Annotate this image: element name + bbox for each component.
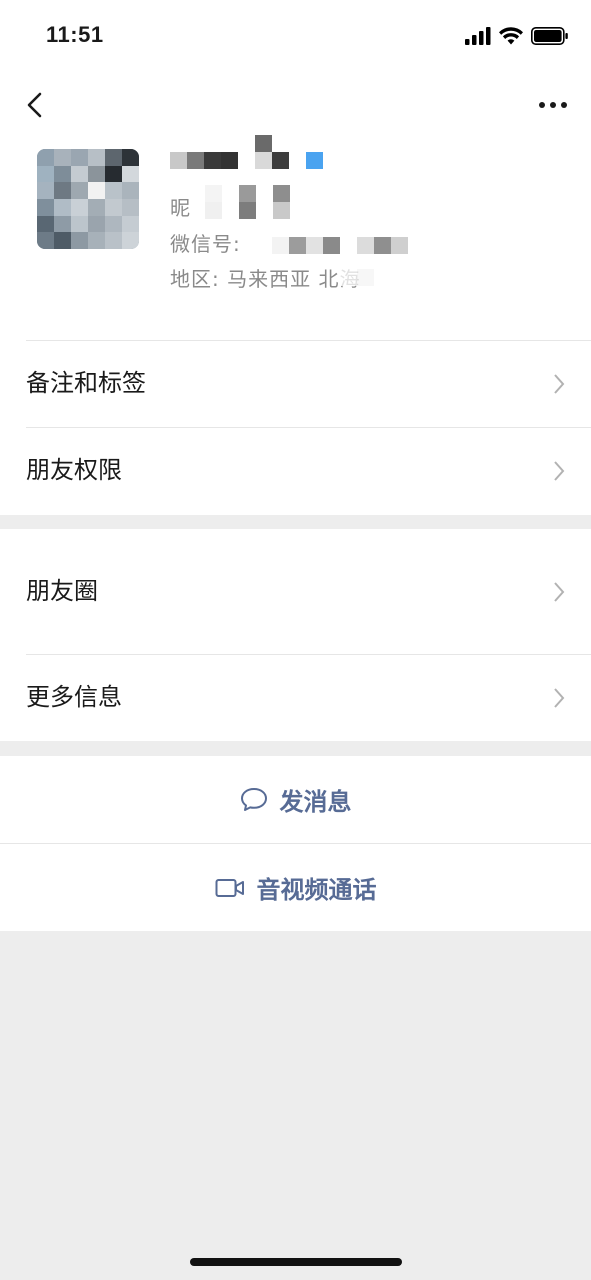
nickname-mosaic: [170, 152, 323, 169]
nickname-mosaic-top: [255, 135, 272, 152]
send-message-button[interactable]: 发消息: [0, 756, 591, 843]
wifi-icon: [499, 27, 523, 45]
friend-permissions-row[interactable]: 朋友权限: [0, 427, 591, 514]
menu-group-1: 备注和标签 朋友权限: [0, 340, 591, 515]
chevron-right-icon: [554, 461, 565, 481]
ellipsis-icon: [539, 102, 567, 108]
video-call-label: 音视频通话: [256, 876, 377, 904]
chevron-left-icon: [27, 92, 42, 118]
nickname-line: 昵: [170, 192, 191, 221]
back-button[interactable]: [20, 86, 54, 124]
chevron-right-icon: [554, 688, 565, 708]
more-info-label: 更多信息: [26, 683, 122, 711]
nickname-prefix: 昵: [170, 196, 191, 220]
menu-group-2: 朋友圈 更多信息: [0, 529, 591, 741]
home-indicator[interactable]: [190, 1258, 402, 1266]
nickname-value-mosaic-2: [205, 202, 290, 219]
more-button[interactable]: [537, 92, 569, 118]
more-info-row[interactable]: 更多信息: [0, 654, 591, 741]
chat-bubble-icon: [240, 787, 267, 811]
wechat-id-mosaic: [272, 237, 408, 254]
region-line: 地区: 马来西亚 北海: [170, 263, 360, 292]
friend-permissions-label: 朋友权限: [26, 456, 122, 484]
wechat-id-prefix: 微信号:: [170, 232, 241, 256]
chevron-right-icon: [554, 582, 565, 602]
moments-row[interactable]: 朋友圈: [0, 529, 591, 654]
moments-label: 朋友圈: [26, 577, 98, 605]
battery-icon: [531, 27, 568, 45]
remarks-and-tags-row[interactable]: 备注和标签: [0, 340, 591, 427]
chevron-right-icon: [554, 374, 565, 394]
profile-card: 昵 微信号: 地区: 马来西亚 北海: [0, 135, 591, 340]
avatar[interactable]: [37, 149, 139, 249]
nickname-value-mosaic: [205, 185, 290, 202]
navigation-bar: [0, 72, 591, 138]
wechat-id-line: 微信号:: [170, 228, 241, 257]
system-icons: [465, 24, 569, 48]
region-mosaic: [340, 269, 391, 286]
video-camera-icon: [215, 878, 244, 897]
send-message-label: 发消息: [279, 788, 352, 816]
region-prefix: 地区:: [170, 267, 220, 291]
status-bar: 11:51: [0, 0, 591, 72]
cellular-signal-icon: [465, 27, 491, 45]
remarks-and-tags-label: 备注和标签: [26, 369, 146, 397]
status-time: 11:51: [46, 22, 104, 47]
video-call-button[interactable]: 音视频通话: [0, 844, 591, 931]
